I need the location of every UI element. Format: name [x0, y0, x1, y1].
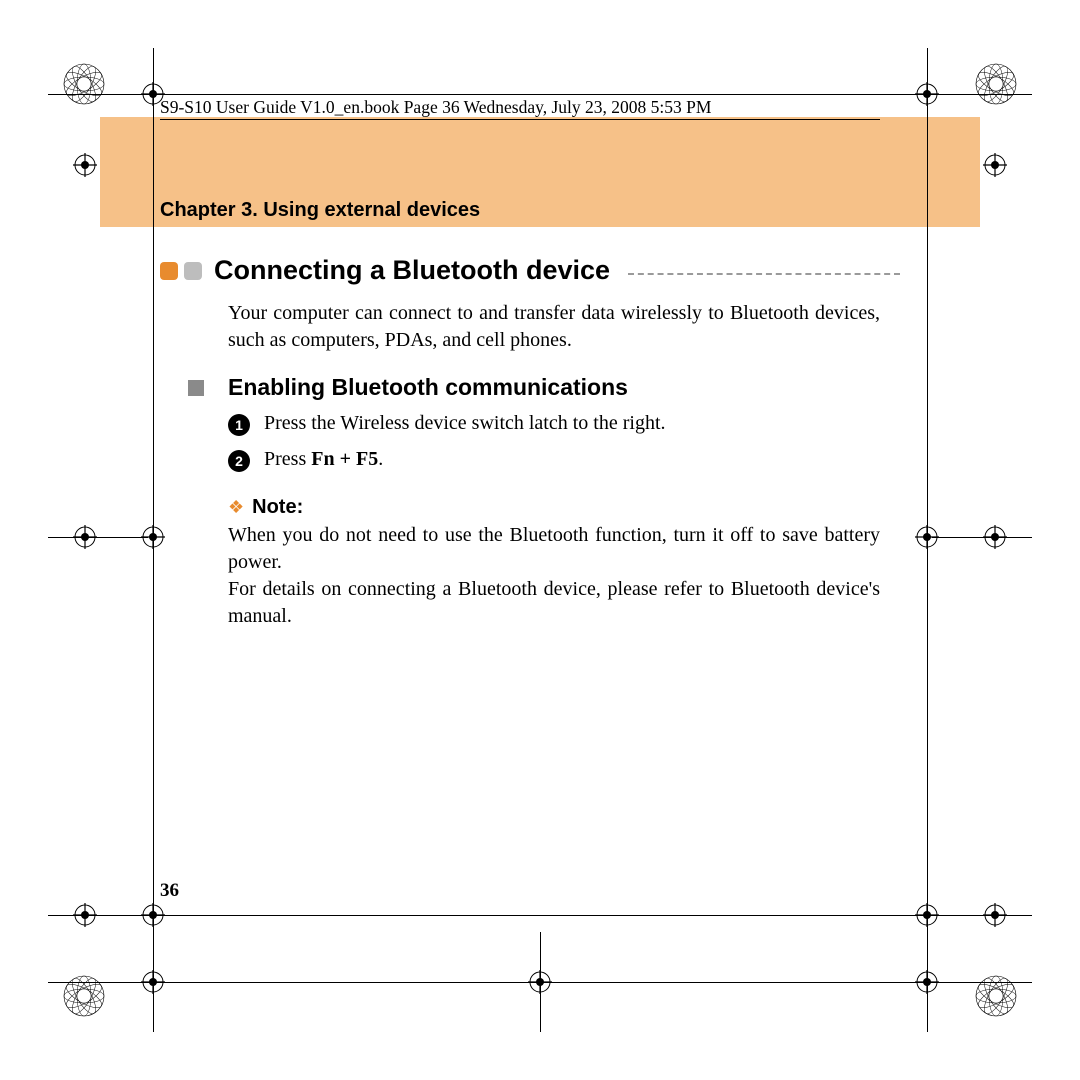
section-intro: Your computer can connect to and transfe…: [228, 300, 880, 354]
step-text-prefix: Press: [264, 448, 311, 470]
page-number: 36: [160, 880, 179, 902]
registration-mark-icon: [983, 903, 1007, 927]
crop-line: [932, 537, 1032, 538]
list-item: 2 Press Fn + F5.: [228, 448, 880, 472]
bullet-square-grey-icon: [184, 262, 202, 280]
registration-mark-icon: [141, 970, 165, 994]
spirograph-icon: [974, 62, 1018, 106]
step-text: Press the Wireless device switch latch t…: [264, 412, 666, 435]
spirograph-icon: [62, 62, 106, 106]
step-text-suffix: .: [378, 448, 383, 470]
registration-mark-icon: [73, 525, 97, 549]
registration-mark-icon: [915, 970, 939, 994]
crop-line: [48, 915, 1032, 916]
subsection-heading: Enabling Bluetooth communications: [188, 374, 628, 401]
registration-mark-icon: [141, 903, 165, 927]
note-body: When you do not need to use the Bluetoot…: [228, 522, 880, 630]
registration-mark-icon: [528, 970, 552, 994]
step-number-1-icon: 1: [228, 414, 250, 436]
registration-mark-icon: [73, 903, 97, 927]
registration-mark-icon: [141, 82, 165, 106]
step-text-bold: Fn + F5: [311, 448, 378, 470]
print-header: S9-S10 User Guide V1.0_en.book Page 36 W…: [160, 97, 880, 120]
note-heading: ❖ Note:: [228, 496, 303, 519]
note-label: Note:: [252, 496, 303, 519]
spirograph-icon: [62, 974, 106, 1018]
spirograph-icon: [974, 974, 1018, 1018]
crop-line: [48, 94, 1032, 95]
section-divider: [628, 273, 900, 275]
step-text: Press Fn + F5.: [264, 448, 383, 471]
step-number-2-icon: 2: [228, 450, 250, 472]
section-title: Connecting a Bluetooth device: [214, 255, 610, 286]
chapter-title: Chapter 3. Using external devices: [160, 199, 480, 222]
list-item: 1 Press the Wireless device switch latch…: [228, 412, 880, 436]
diamond-icon: ❖: [228, 497, 244, 518]
registration-mark-icon: [915, 903, 939, 927]
step-list: 1 Press the Wireless device switch latch…: [228, 412, 880, 484]
registration-mark-icon: [915, 525, 939, 549]
crop-line: [48, 537, 148, 538]
registration-mark-icon: [983, 525, 1007, 549]
registration-mark-icon: [915, 82, 939, 106]
subsection-title: Enabling Bluetooth communications: [228, 374, 628, 401]
section-heading: Connecting a Bluetooth device: [160, 255, 900, 286]
registration-mark-icon: [73, 153, 97, 177]
bullet-square-dark-icon: [188, 380, 204, 396]
registration-mark-icon: [141, 525, 165, 549]
registration-mark-icon: [983, 153, 1007, 177]
bullet-square-orange-icon: [160, 262, 178, 280]
